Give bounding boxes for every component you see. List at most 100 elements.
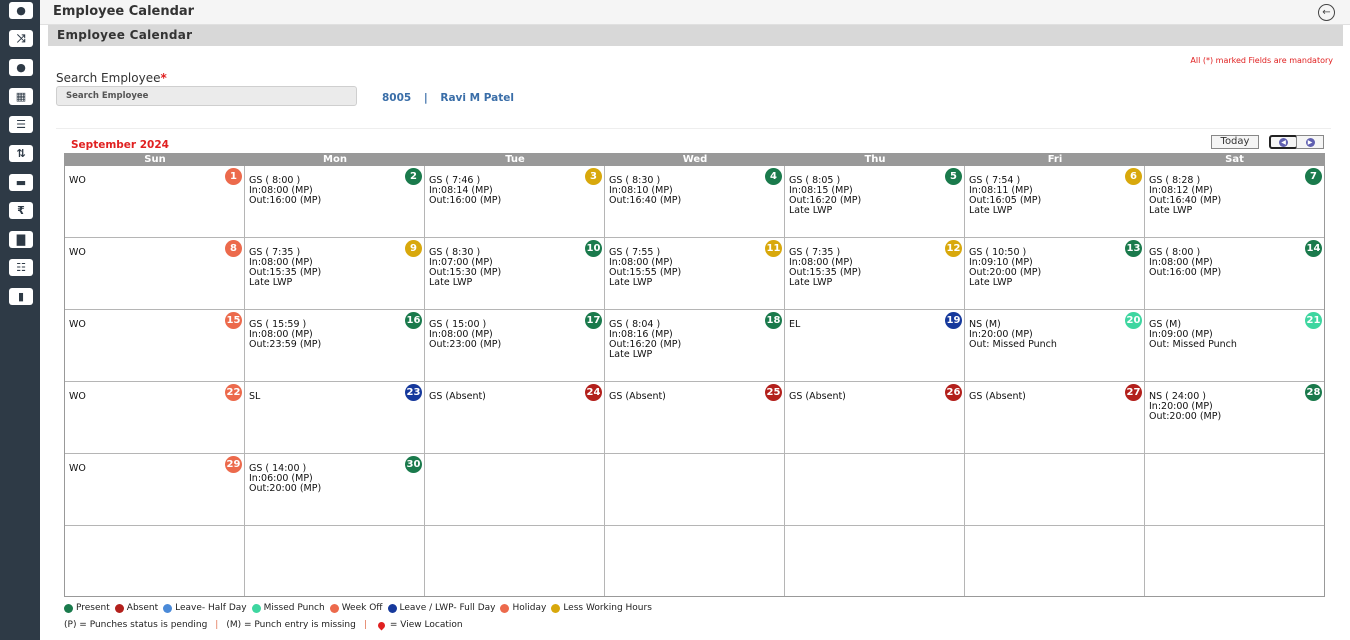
legend-label: Holiday	[512, 603, 547, 613]
sidebar-button[interactable]: ▇	[9, 231, 33, 248]
sidebar-button[interactable]: ₹	[9, 202, 33, 219]
next-month-button[interactable]: ▶	[1296, 135, 1324, 149]
month-label: September 2024	[71, 139, 169, 151]
calendar-day-cell[interactable]: 3 GS ( 7:46 ) In:08:14 (MP) Out:16:00 (MP…	[425, 166, 605, 238]
calendar-day-cell[interactable]: 11 GS ( 7:55 ) In:08:00 (MP) Out:15:55 (M…	[605, 238, 785, 310]
calendar-day-cell[interactable]	[425, 526, 605, 596]
calendar-day-cell[interactable]	[245, 526, 425, 596]
calendar-day-cell[interactable]: 15 WO	[65, 310, 245, 382]
sidebar-button[interactable]: ⤨	[9, 30, 33, 47]
calendar-day-cell[interactable]: 13 GS ( 10:50 ) In:09:10 (MP) Out:20:00 (…	[965, 238, 1145, 310]
calendar-day-cell[interactable]	[965, 526, 1145, 596]
calendar-day-cell[interactable]: 21 GS (M) In:09:00 (MP) Out: Missed Punch	[1145, 310, 1324, 382]
day-number-badge: 30	[405, 456, 422, 473]
org-chart-icon: ☷	[16, 261, 26, 274]
legend-dot-icon	[64, 603, 73, 613]
calendar-day-cell[interactable]: 28 NS ( 24:00 ) In:20:00 (MP) Out:20:00 (…	[1145, 382, 1324, 454]
day-number-badge: 11	[765, 240, 782, 257]
calendar-day-cell[interactable]: 19 EL	[785, 310, 965, 382]
calendar-day-cell[interactable]: 17 GS ( 15:00 ) In:08:00 (MP) Out:23:00 (…	[425, 310, 605, 382]
calendar-day-cell[interactable]	[785, 454, 965, 526]
day-attendance-text: GS (M) In:09:00 (MP) Out: Missed Punch	[1149, 319, 1237, 350]
legend-dot-icon	[551, 603, 561, 613]
sidebar-button[interactable]: ▦	[9, 88, 33, 105]
sidebar-button[interactable]: ☷	[9, 259, 33, 276]
sidebar-button[interactable]: ▮	[9, 288, 33, 305]
day-number-badge: 23	[405, 384, 422, 401]
calendar-day-cell[interactable]: 12 GS ( 7:35 ) In:08:00 (MP) Out:15:35 (M…	[785, 238, 965, 310]
employee-code[interactable]: 8005	[382, 92, 411, 104]
note-pending: (P) = Punches status is pending	[64, 620, 208, 630]
calendar-day-cell[interactable]: 20 NS (M) In:20:00 (MP) Out: Missed Punch	[965, 310, 1145, 382]
list-indent-icon: ☰	[16, 118, 26, 131]
day-number-badge: 7	[1305, 168, 1322, 185]
calendar-day-cell[interactable]: 8 WO	[65, 238, 245, 310]
calendar-day-cell[interactable]	[65, 526, 245, 596]
day-number-badge: 13	[1125, 240, 1142, 257]
calendar-day-cell[interactable]: 25 GS (Absent)	[605, 382, 785, 454]
day-attendance-text: WO	[69, 247, 86, 258]
calendar-day-cell[interactable]: 24 GS (Absent)	[425, 382, 605, 454]
sidebar-button[interactable]: ☰	[9, 116, 33, 133]
day-number-badge: 18	[765, 312, 782, 329]
day-number-badge: 20	[1125, 312, 1142, 329]
legend-item: Present	[64, 603, 110, 613]
day-attendance-text: GS ( 14:00 ) In:06:00 (MP) Out:20:00 (MP…	[249, 463, 322, 494]
calendar-day-cell[interactable]	[965, 454, 1145, 526]
sidebar-button[interactable]: ●	[9, 59, 33, 76]
calendar-day-cell[interactable]: 23 SL	[245, 382, 425, 454]
day-number-badge: 5	[945, 168, 962, 185]
back-circle-icon[interactable]: ←	[1318, 4, 1335, 21]
calendar-day-cell[interactable]: 27 GS (Absent)	[965, 382, 1145, 454]
day-number-badge: 2	[405, 168, 422, 185]
day-number-badge: 3	[585, 168, 602, 185]
calendar-day-cell[interactable]	[425, 454, 605, 526]
calendar-day-cell[interactable]: 1 WO	[65, 166, 245, 238]
calendar-day-cell[interactable]: 26 GS (Absent)	[785, 382, 965, 454]
sidebar-button[interactable]: ▬	[9, 174, 33, 191]
calendar-day-cell[interactable]: 6 GS ( 7:54 ) In:08:11 (MP) Out:16:05 (MP…	[965, 166, 1145, 238]
legend-label: Less Working Hours	[563, 603, 652, 613]
note-separator: |	[363, 620, 367, 630]
weekday-header: Thu	[864, 154, 886, 165]
today-button[interactable]: Today	[1211, 135, 1259, 149]
calendar-day-cell[interactable]: 5 GS ( 8:05 ) In:08:15 (MP) Out:16:20 (MP…	[785, 166, 965, 238]
calendar-day-cell[interactable]: 2 GS ( 8:00 ) In:08:00 (MP) Out:16:00 (MP…	[245, 166, 425, 238]
sidebar-button[interactable]: ●	[9, 2, 33, 19]
sidebar: ● ⤨ ● ▦ ☰ ⇅ ▬ ₹ ▇ ☷ ▮	[0, 0, 40, 640]
sidebar-button[interactable]: ⇅	[9, 145, 33, 162]
prev-month-button[interactable]: ◀	[1269, 135, 1298, 149]
calendar-day-cell[interactable]: 18 GS ( 8:04 ) In:08:16 (MP) Out:16:20 (M…	[605, 310, 785, 382]
day-attendance-text: GS ( 7:35 ) In:08:00 (MP) Out:15:35 (MP)…	[789, 247, 862, 288]
day-attendance-text: GS ( 8:00 ) In:08:00 (MP) Out:16:00 (MP)	[1149, 247, 1222, 278]
weekday-header: Wed	[682, 154, 708, 165]
legend-item: Week Off	[329, 603, 383, 613]
employee-name[interactable]: Ravi M Patel	[440, 92, 514, 104]
selected-employee: 8005 | Ravi M Patel	[382, 92, 523, 104]
calendar-day-cell[interactable]	[1145, 526, 1324, 596]
sort-icon: ⇅	[16, 147, 26, 160]
calendar-day-cell[interactable]: 4 GS ( 8:30 ) In:08:10 (MP) Out:16:40 (MP…	[605, 166, 785, 238]
calendar-day-cell[interactable]	[605, 526, 785, 596]
calendar-day-cell[interactable]: 30 GS ( 14:00 ) In:06:00 (MP) Out:20:00 (…	[245, 454, 425, 526]
bar-chart-icon: ▇	[16, 233, 26, 246]
chevron-right-icon: ▶	[1305, 137, 1315, 147]
calendar-day-cell[interactable]: 16 GS ( 15:59 ) In:08:00 (MP) Out:23:59 (…	[245, 310, 425, 382]
calendar-day-cell[interactable]: 14 GS ( 8:00 ) In:08:00 (MP) Out:16:00 (M…	[1145, 238, 1324, 310]
note-location: = View Location	[389, 620, 463, 630]
calendar-day-cell[interactable]	[605, 454, 785, 526]
calendar-day-cell[interactable]: 9 GS ( 7:35 ) In:08:00 (MP) Out:15:35 (MP…	[245, 238, 425, 310]
day-number-badge: 1	[225, 168, 242, 185]
calendar-day-cell[interactable]: 10 GS ( 8:30 ) In:07:00 (MP) Out:15:30 (M…	[425, 238, 605, 310]
calendar-day-cell[interactable]: 22 WO	[65, 382, 245, 454]
calendar-day-cell[interactable]	[1145, 454, 1324, 526]
employee-separator: |	[423, 92, 428, 104]
day-number-badge: 9	[405, 240, 422, 257]
legend-dot-icon	[329, 603, 339, 613]
calendar-day-cell[interactable]: 29 WO	[65, 454, 245, 526]
weekday-header: Tue	[505, 154, 525, 165]
calendar-day-cell[interactable]: 7 GS ( 8:28 ) In:08:12 (MP) Out:16:40 (MP…	[1145, 166, 1324, 238]
calendar-day-cell[interactable]	[785, 526, 965, 596]
day-attendance-text: GS (Absent)	[609, 391, 666, 402]
search-employee-input[interactable]	[56, 86, 357, 106]
